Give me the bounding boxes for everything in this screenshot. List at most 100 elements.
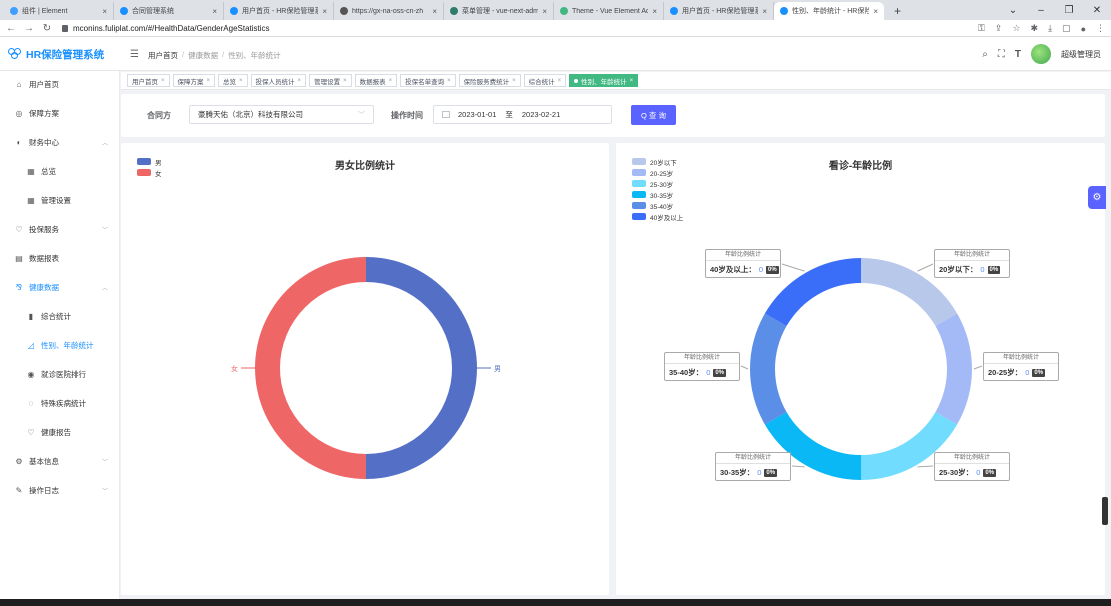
edit-icon: ✎ [15, 485, 23, 495]
settings-float-button[interactable]: ⚙ [1088, 186, 1106, 209]
browser-tab[interactable]: 菜单管理 - vue-next-adm × [444, 2, 554, 20]
side-handle[interactable] [1102, 497, 1108, 525]
gender-slice[interactable] [366, 257, 477, 479]
close-tab-icon[interactable]: × [102, 7, 107, 16]
url-field[interactable]: mconins.fuliplat.com/#/HealthData/Gender… [62, 24, 270, 33]
sidebar-item-hospital-rank[interactable]: ◉ 就诊医院排行 [0, 361, 120, 387]
sidebar-item-reports[interactable]: ▤ 数据报表 [0, 245, 120, 271]
extensions-icon[interactable]: ✱ [1031, 23, 1039, 34]
browser-tab[interactable]: https://gx-na-oss-cn-zh × [334, 2, 444, 20]
close-tag-icon[interactable]: × [343, 78, 347, 84]
close-tab-icon[interactable]: × [542, 7, 547, 16]
age-box-percent: 0% [987, 265, 1001, 274]
tag-label: 保障方案 [177, 78, 204, 86]
close-tab-icon[interactable]: × [873, 7, 878, 16]
close-tab-icon[interactable]: × [212, 7, 217, 16]
sidebar-item-health-report[interactable]: ♡ 健康报告 [0, 419, 120, 445]
search-icon[interactable]: ⌕ [982, 49, 988, 60]
browser-tab[interactable]: 性别、年龄统计 - HR保险 × [774, 2, 884, 20]
date-start[interactable]: 2023-01-01 [458, 110, 496, 119]
gear-icon: ⚙ [1092, 192, 1102, 203]
sidebar-item-manage-settings[interactable]: ▦ 管理设置 [0, 187, 120, 213]
age-slice[interactable] [935, 313, 972, 425]
tag-label: 投保人员统计 [255, 78, 295, 86]
sidebar-item-operation-log[interactable]: ✎ 操作日志 ﹀ [0, 477, 120, 503]
contract-select[interactable]: 豪腾天佑（北京）科技有限公司 ﹀ [189, 105, 374, 124]
close-tab-icon[interactable]: × [762, 7, 767, 16]
close-tab-icon[interactable]: × [322, 7, 327, 16]
reload-icon[interactable]: ↻ [40, 23, 54, 34]
tag-label: 总览 [223, 78, 237, 86]
user-name[interactable]: 超级管理员 [1061, 49, 1101, 60]
tag-item[interactable]: 保障方案 × [172, 74, 216, 87]
new-tab-button[interactable]: + [884, 2, 911, 20]
sidebar-item-overall-stats[interactable]: ▮ 综合统计 [0, 303, 120, 329]
age-box-value: 0 [758, 265, 764, 274]
sidebar: ⌂ 用户首页 ◎ 保障方案 ◐ 财务中心 ︿ ▦ 总览 ▦ 管理设置 ♡ 投保服务 ﹀ ▤ 数据报… [0, 71, 120, 599]
close-tag-icon[interactable]: × [447, 78, 451, 84]
browser-tab[interactable]: 组件 | Element × [4, 2, 114, 20]
browser-tab[interactable]: 用户首页 - HR保险管理系 × [224, 2, 334, 20]
sidebar-item-basic-info[interactable]: ⚙ 基本信息 ﹀ [0, 448, 120, 474]
chevron-down-icon[interactable]: ⌄ [999, 5, 1027, 16]
font-size-icon[interactable]: T [1015, 49, 1021, 60]
close-tag-icon[interactable]: × [558, 78, 562, 84]
search-button[interactable]: Q 查 询 [631, 105, 676, 125]
back-icon[interactable]: ← [4, 23, 18, 34]
tag-item[interactable]: 综合统计 × [523, 74, 567, 87]
key-icon[interactable]: ⚿ [978, 23, 985, 34]
sidebar-item-gender-age[interactable]: ◿ 性别、年龄统计 [0, 332, 120, 358]
restore-icon[interactable]: ❐ [1055, 5, 1083, 16]
close-tag-icon[interactable]: × [207, 78, 211, 84]
share-icon[interactable]: ⇪ [995, 23, 1003, 34]
tag-item[interactable]: 管理设置 × [309, 74, 352, 87]
tag-item[interactable]: 保险服务费统计 × [458, 74, 521, 87]
tag-item[interactable]: 投保人员统计 × [250, 74, 307, 87]
close-tag-icon[interactable]: × [161, 78, 165, 84]
close-tab-icon[interactable]: × [432, 7, 437, 16]
sidebar-item-plans[interactable]: ◎ 保障方案 [0, 100, 120, 126]
star-icon[interactable]: ☆ [1012, 23, 1020, 34]
close-tag-icon[interactable]: × [239, 78, 243, 84]
close-tag-icon[interactable]: × [389, 78, 393, 84]
tag-item[interactable]: 数据报表 × [354, 74, 398, 87]
age-slice[interactable] [750, 313, 787, 425]
close-tag-icon[interactable]: × [512, 78, 516, 84]
sidepanel-icon[interactable]: ▢ [1062, 23, 1071, 34]
age-label-box: 年龄比例统计 20岁以下： 0 0% [934, 249, 1010, 278]
browser-tab[interactable]: 合同管理系统 × [114, 2, 224, 20]
app-logo[interactable]: HR保险管理系统 [8, 37, 104, 71]
menu-icon[interactable]: ⋮ [1096, 23, 1105, 34]
minimize-icon[interactable]: – [1027, 5, 1055, 16]
gender-slice[interactable] [255, 257, 366, 479]
browser-tab[interactable]: 用户首页 - HR保险管理系 × [664, 2, 774, 20]
collapse-menu-icon[interactable]: ☰ [130, 49, 139, 60]
download-icon[interactable]: ⤓ [1048, 23, 1052, 34]
tag-item[interactable]: 总览 × [218, 74, 248, 87]
close-tab-icon[interactable]: × [652, 7, 657, 16]
close-tag-icon[interactable]: × [630, 78, 634, 84]
close-icon[interactable]: ✕ [1083, 5, 1111, 16]
date-range-picker[interactable]: 2023-01-01 至 2023-02-21 [433, 105, 612, 124]
browser-tab[interactable]: Theme - Vue Element Ad × [554, 2, 664, 20]
tag-item[interactable]: 投保名单查询 × [400, 74, 456, 87]
age-box-title: 年龄比例统计 [935, 250, 1009, 261]
close-tag-icon[interactable]: × [298, 78, 302, 84]
breadcrumb-item-home[interactable]: 用户首页 [148, 50, 178, 61]
sidebar-item-finance[interactable]: ◐ 财务中心 ︿ [0, 129, 120, 155]
forward-icon[interactable]: → [22, 23, 36, 34]
fullscreen-icon[interactable]: ⛶ [998, 49, 1005, 60]
sidebar-item-home[interactable]: ⌂ 用户首页 [0, 71, 120, 97]
chevron-down-icon: ﹀ [101, 459, 108, 466]
sidebar-item-insure-service[interactable]: ♡ 投保服务 ﹀ [0, 216, 120, 242]
profile-icon[interactable]: ● [1081, 24, 1086, 34]
date-end[interactable]: 2023-02-21 [522, 110, 560, 119]
age-box-title: 年龄比例统计 [665, 353, 739, 364]
tag-item[interactable]: 性别、年龄统计 × [569, 74, 639, 87]
bar-chart-icon: ▮ [28, 311, 34, 321]
avatar[interactable] [1031, 44, 1051, 64]
sidebar-item-disease-stats[interactable]: ◌ 特殊疾病统计 [0, 390, 120, 416]
sidebar-item-overview[interactable]: ▦ 总览 [0, 158, 120, 184]
tag-item[interactable]: 用户首页 × [127, 74, 170, 87]
sidebar-item-health-data[interactable]: ⅋ 健康数据 ︿ [0, 274, 120, 300]
